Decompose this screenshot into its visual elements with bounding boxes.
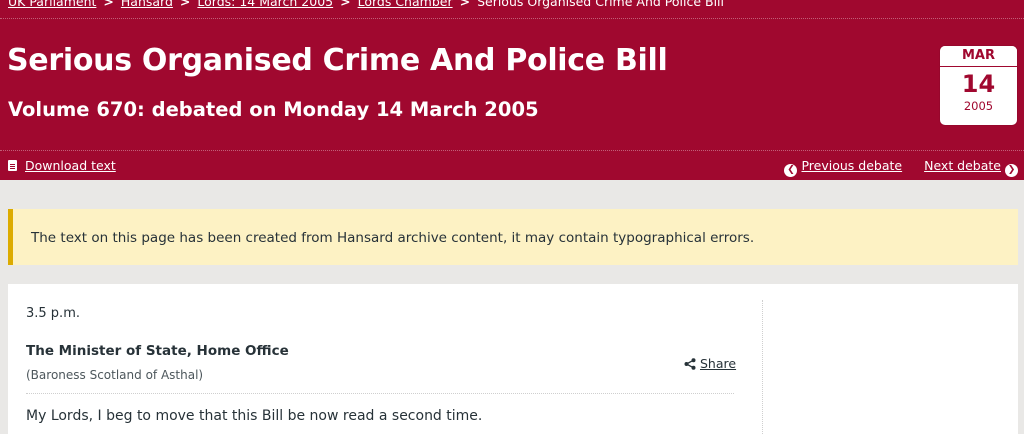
divider bbox=[26, 393, 734, 394]
previous-debate[interactable]: ❮ Previous debate bbox=[784, 158, 902, 177]
breadcrumb-lords-chamber[interactable]: Lords Chamber bbox=[358, 0, 453, 9]
page-subtitle: Volume 670: debated on Monday 14 March 2… bbox=[8, 98, 539, 121]
chevron-right-icon: > bbox=[179, 0, 191, 9]
chevron-right-icon: > bbox=[340, 0, 351, 9]
breadcrumb-lords-date[interactable]: Lords: 14 March 2005 bbox=[197, 0, 333, 9]
column-divider bbox=[762, 300, 763, 434]
chevron-left-icon: ❮ bbox=[784, 164, 798, 177]
speech-text: My Lords, I beg to move that this Bill b… bbox=[26, 408, 483, 424]
next-debate-link[interactable]: Next debate bbox=[924, 158, 1001, 173]
breadcrumb-hansard[interactable]: Hansard bbox=[121, 0, 173, 9]
debate-navigation: ❮ Previous debate Next debate ❯ bbox=[784, 158, 1018, 177]
archive-notice: The text on this page has been created f… bbox=[8, 209, 1018, 265]
breadcrumb-uk-parliament[interactable]: UK Parliament bbox=[8, 0, 96, 9]
breadcrumb: UK Parliament > Hansard > Lords: 14 March 20… bbox=[8, 0, 724, 9]
date-month: MAR bbox=[940, 46, 1017, 67]
document-icon bbox=[8, 160, 17, 171]
chevron-right-icon: > bbox=[103, 0, 114, 9]
date-year: 2005 bbox=[963, 99, 994, 113]
page-header: UK Parliament > Hansard > Lords: 14 March 20… bbox=[0, 0, 1024, 180]
timestamp: 3.5 p.m. bbox=[26, 306, 80, 321]
divider bbox=[0, 18, 1024, 19]
share-link[interactable]: Share bbox=[700, 356, 736, 371]
next-debate[interactable]: Next debate ❯ bbox=[924, 158, 1018, 177]
download-text-link[interactable]: Download text bbox=[25, 158, 116, 173]
chevron-right-icon: > bbox=[459, 0, 471, 9]
chevron-right-icon: ❯ bbox=[1005, 164, 1018, 177]
speaker-name: The Minister of State, Home Office bbox=[26, 343, 289, 359]
date-day: 14 bbox=[961, 70, 996, 98]
share-icon bbox=[684, 358, 696, 370]
breadcrumb-current: Serious Organised Crime And Police Bill bbox=[477, 0, 724, 9]
speaker-detail: (Baroness Scotland of Asthal) bbox=[26, 368, 204, 382]
debate-content: 3.5 p.m. The Minister of State, Home Off… bbox=[8, 284, 1018, 434]
download-link-wrap[interactable]: Download text bbox=[8, 158, 116, 173]
previous-debate-link[interactable]: Previous debate bbox=[801, 158, 902, 173]
divider bbox=[0, 150, 1024, 151]
page-title: Serious Organised Crime And Police Bill bbox=[7, 43, 668, 78]
archive-notice-text: The text on this page has been created f… bbox=[31, 230, 755, 246]
date-calendar-badge: MAR 14 2005 bbox=[940, 46, 1017, 125]
share-button[interactable]: Share bbox=[684, 356, 736, 371]
